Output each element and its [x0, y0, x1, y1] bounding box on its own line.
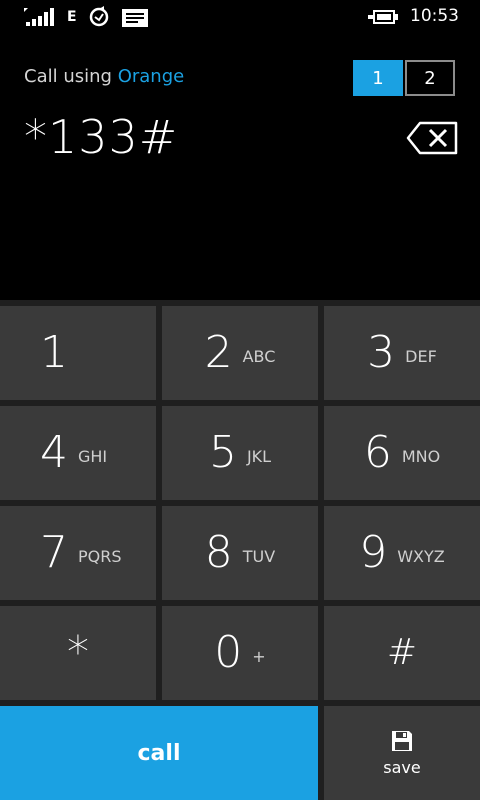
key-digit: 9: [359, 527, 388, 578]
key-letters: JKL: [246, 446, 272, 466]
key-letters: TUV: [242, 546, 276, 566]
key-digit: 8: [204, 527, 233, 578]
backspace-icon[interactable]: [406, 121, 458, 155]
call-using-prefix: Call using: [24, 66, 112, 87]
key-9[interactable]: 9 WXYZ: [324, 506, 480, 600]
key-digit: 5: [208, 427, 237, 478]
key-digit: 4: [40, 427, 68, 478]
dialed-number-display: *133#: [24, 110, 179, 164]
keypad: 1 2 ABC 3 DEF 4 GHI 5 JKL 6 MNO 7 PQRS 8…: [0, 300, 480, 800]
key-digit: #: [386, 632, 418, 673]
clock: 10:53: [410, 6, 459, 26]
key-star[interactable]: *: [0, 606, 156, 700]
key-0[interactable]: 0 +: [162, 606, 318, 700]
key-letters: PQRS: [78, 546, 122, 566]
key-letters: +: [252, 646, 266, 666]
sync-icon: [89, 6, 109, 27]
key-letters: MNO: [401, 446, 441, 466]
network-type-label: E: [67, 9, 77, 25]
save-button[interactable]: save: [324, 706, 480, 800]
key-letters: ABC: [242, 346, 276, 366]
key-letters: GHI: [78, 446, 108, 466]
key-digit: 6: [363, 427, 392, 478]
key-3[interactable]: 3 DEF: [324, 306, 480, 400]
key-digit: 2: [204, 327, 233, 378]
key-letters: WXYZ: [397, 546, 445, 566]
key-5[interactable]: 5 JKL: [162, 406, 318, 500]
call-button[interactable]: call: [0, 706, 318, 800]
key-digit: 3: [367, 327, 396, 378]
key-4[interactable]: 4 GHI: [0, 406, 156, 500]
key-digit: 7: [40, 527, 68, 578]
sim-selector[interactable]: 1 2: [353, 60, 457, 96]
save-label: save: [383, 757, 421, 777]
message-icon: [122, 9, 148, 27]
key-6[interactable]: 6 MNO: [324, 406, 480, 500]
key-digit: 1: [40, 327, 68, 378]
key-7[interactable]: 7 PQRS: [0, 506, 156, 600]
battery-charging-icon: [368, 10, 398, 24]
save-icon: [392, 730, 412, 751]
key-digit: 0: [214, 627, 243, 678]
key-hash[interactable]: #: [324, 606, 480, 700]
key-1[interactable]: 1: [0, 306, 156, 400]
key-letters: DEF: [405, 346, 437, 366]
sim-1-button[interactable]: 1: [353, 60, 403, 96]
key-digit: *: [67, 627, 89, 678]
call-using-label: Call using Orange: [24, 66, 184, 87]
key-2[interactable]: 2 ABC: [162, 306, 318, 400]
carrier-link[interactable]: Orange: [118, 66, 185, 87]
signal-strength-icon: [24, 8, 54, 26]
key-8[interactable]: 8 TUV: [162, 506, 318, 600]
sim-2-button[interactable]: 2: [405, 60, 455, 96]
status-bar: E 10:53: [0, 0, 480, 34]
